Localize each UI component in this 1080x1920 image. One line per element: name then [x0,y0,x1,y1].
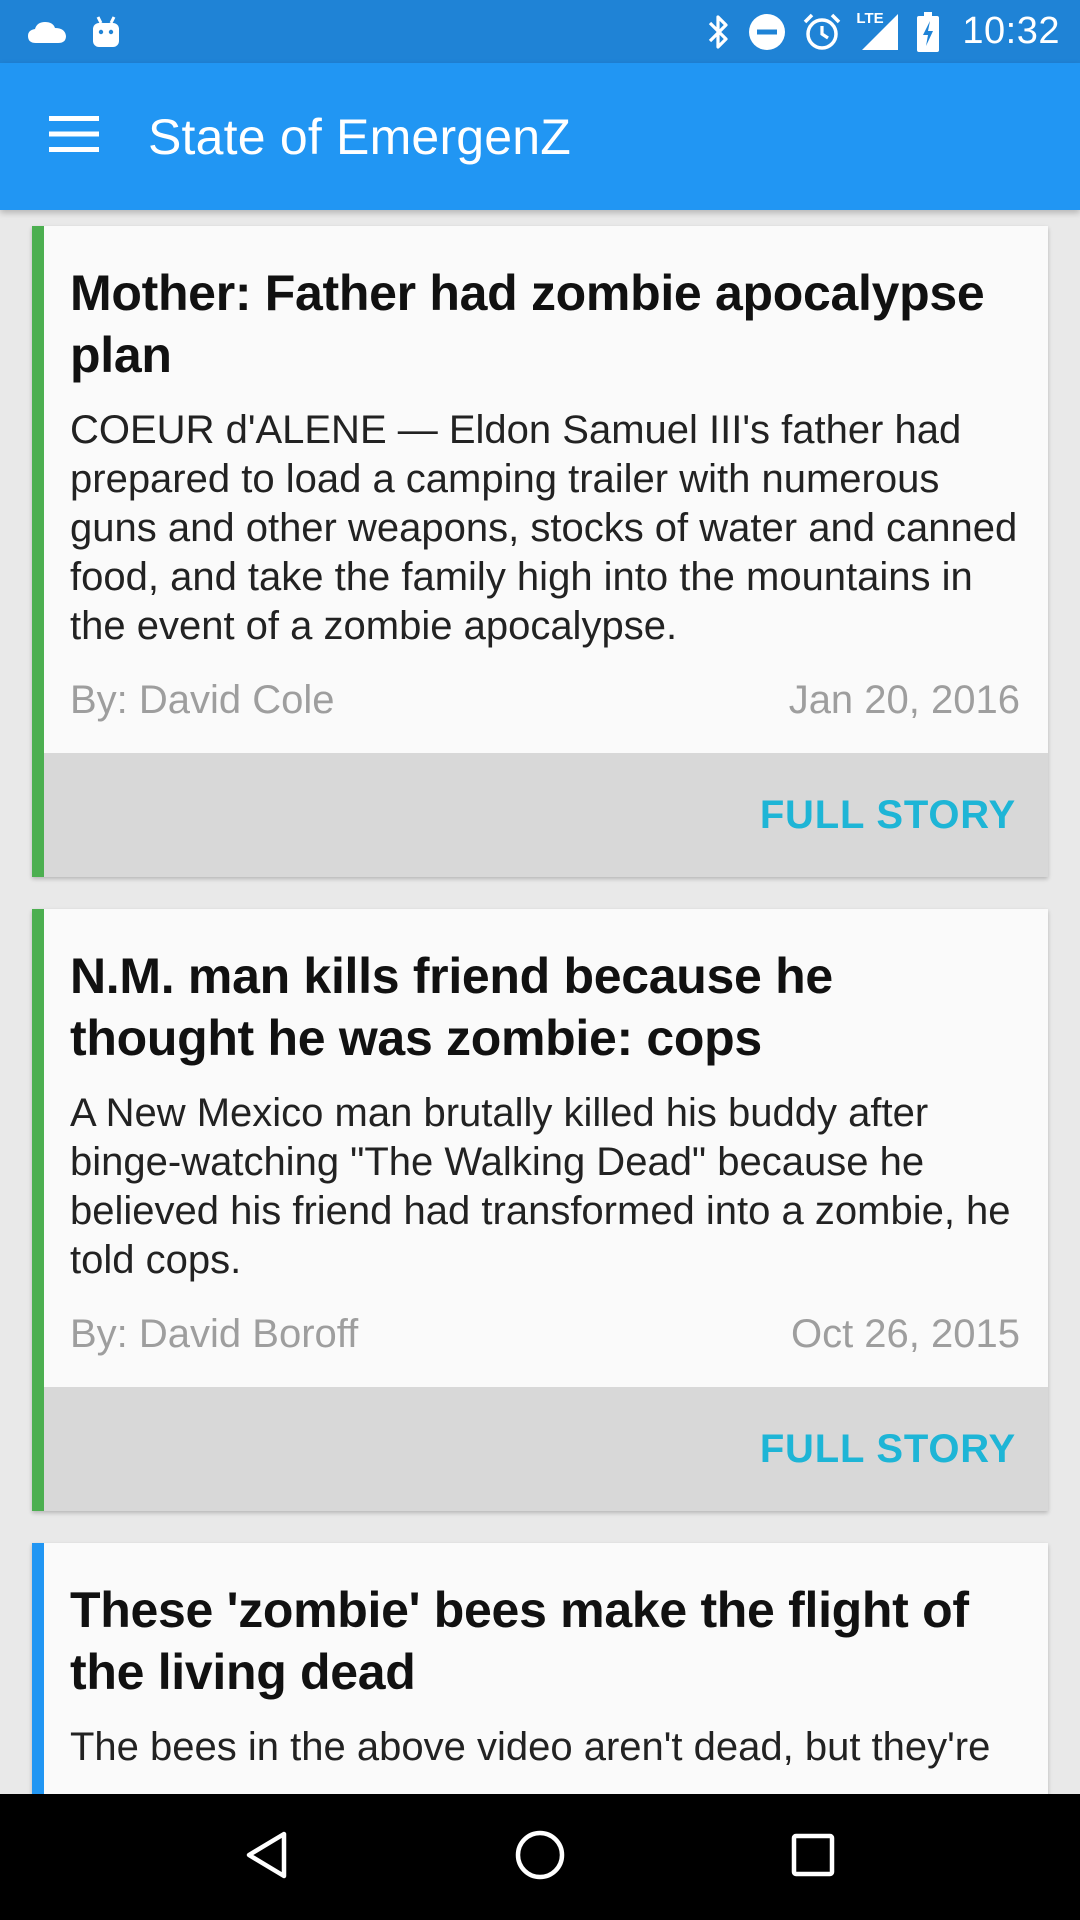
article-author: By: David Cole [70,678,335,722]
card-footer: FULL STORY [44,1387,1048,1511]
news-feed[interactable]: Mother: Father had zombie apocalypse pla… [0,210,1080,1794]
status-time: 10:32 [962,10,1060,52]
cloud-icon [26,19,68,45]
android-icon [90,15,122,49]
hamburger-menu-icon [49,116,99,157]
article-title: N.M. man kills friend because he thought… [70,948,833,1066]
article-meta: By: David Cole Jan 20, 2016 [70,677,1020,723]
card-body: Mother: Father had zombie apocalypse pla… [44,226,1048,753]
lte-signal-icon: LTE [856,9,900,52]
card-body: These 'zombie' bees make the flight of t… [44,1543,1048,1794]
full-story-button[interactable]: FULL STORY [760,1427,1016,1472]
home-button[interactable] [480,1797,600,1917]
navigation-bar [0,1794,1080,1920]
battery-charging-icon [916,11,940,52]
card-body: N.M. man kills friend because he thought… [44,909,1048,1387]
article-card[interactable]: These 'zombie' bees make the flight of t… [32,1543,1048,1794]
article-summary: A New Mexico man brutally killed his bud… [70,1091,1011,1282]
article-date: Jan 20, 2016 [788,678,1020,722]
app-screen: LTE 10:32 State of EmergenZ Mother: Fath… [0,0,1080,1920]
article-card[interactable]: N.M. man kills friend because he thought… [32,909,1048,1511]
full-story-button[interactable]: FULL STORY [760,793,1016,838]
article-summary: The bees in the above video aren't dead,… [70,1725,991,1769]
app-title: State of EmergenZ [148,108,572,165]
article-title: Mother: Father had zombie apocalypse pla… [70,265,985,383]
article-author: By: David Boroff [70,1312,359,1356]
recents-square-icon [790,1832,836,1883]
app-bar: State of EmergenZ [0,63,1080,210]
status-right-icons: LTE 10:32 [706,10,1060,53]
bluetooth-icon [706,13,732,51]
status-bar: LTE 10:32 [0,0,1080,63]
article-meta: By: David Boroff Oct 26, 2015 [70,1311,1020,1357]
menu-button[interactable] [0,63,148,210]
recents-button[interactable] [753,1797,873,1917]
card-footer: FULL STORY [44,753,1048,877]
do-not-disturb-icon [748,13,786,51]
back-button[interactable] [207,1797,327,1917]
lte-label: LTE [856,9,884,27]
article-card[interactable]: Mother: Father had zombie apocalypse pla… [32,226,1048,877]
article-title: These 'zombie' bees make the flight of t… [70,1582,969,1700]
home-circle-icon [514,1829,566,1886]
back-triangle-icon [244,1830,290,1885]
status-left-icons [26,15,122,49]
alarm-icon [802,12,842,52]
article-summary: COEUR d'ALENE — Eldon Samuel III's fathe… [70,408,1018,648]
article-date: Oct 26, 2015 [790,1312,1020,1356]
